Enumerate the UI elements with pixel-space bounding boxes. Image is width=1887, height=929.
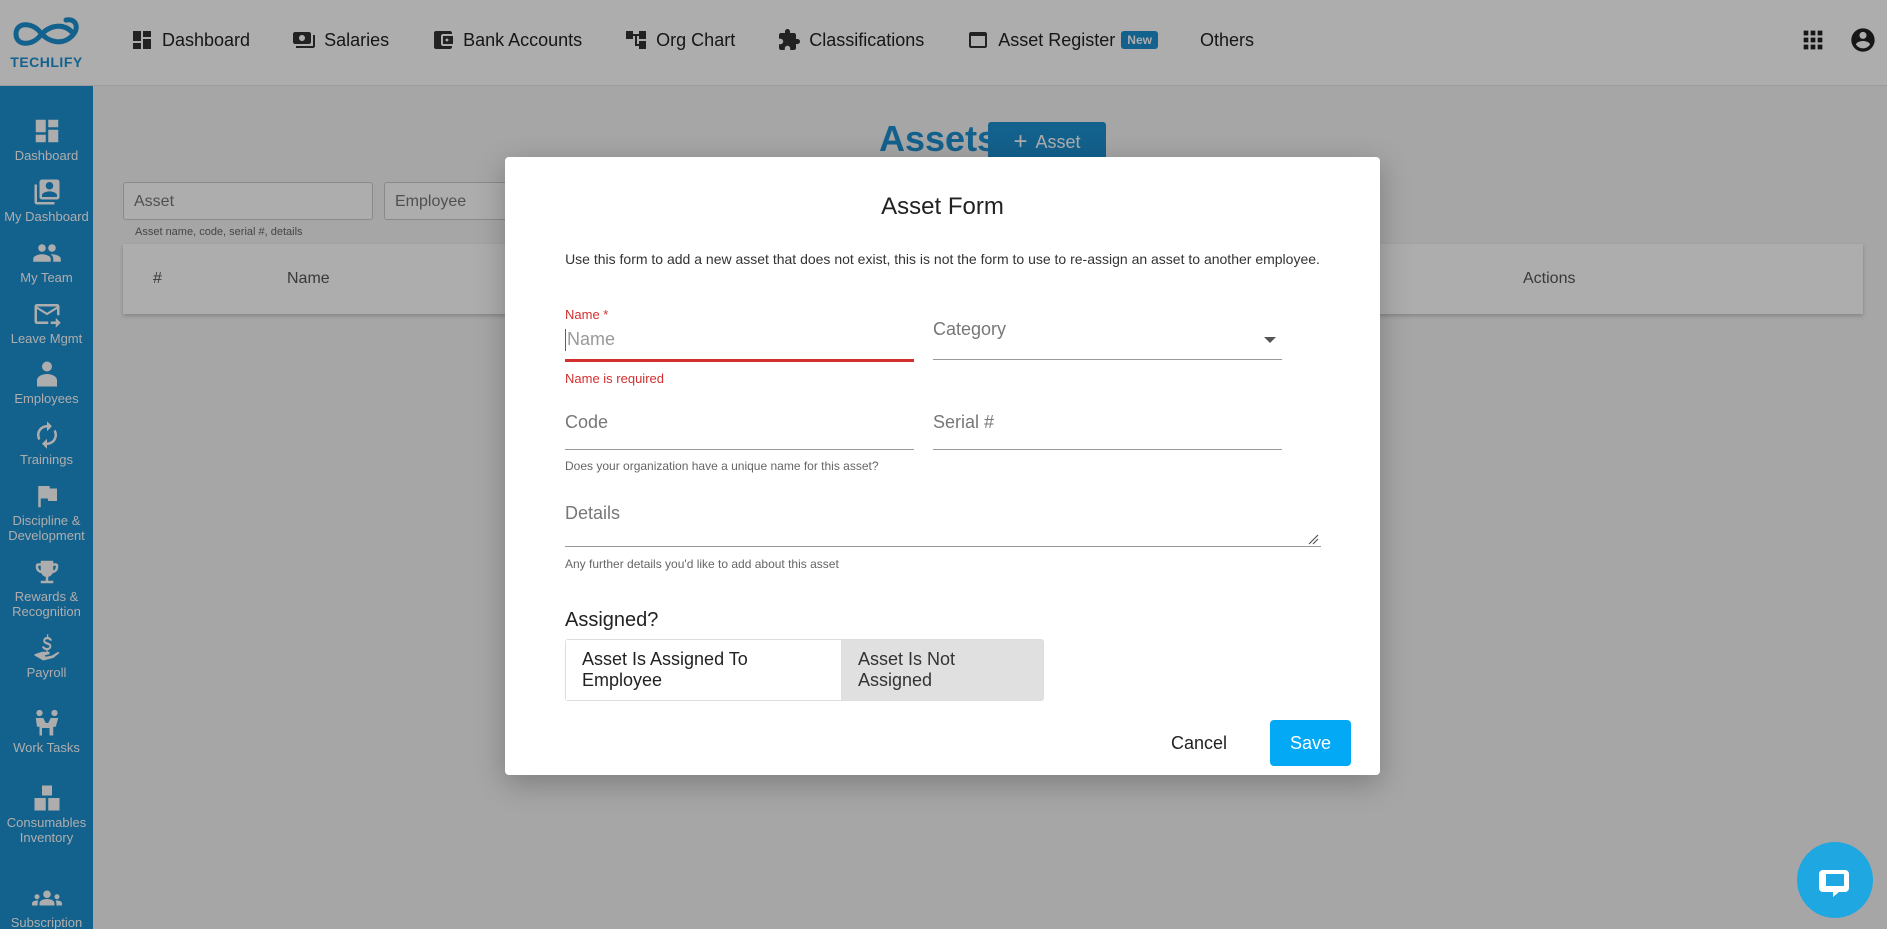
chat-bubble-icon bbox=[1819, 870, 1849, 897]
name-input-placeholder: Name bbox=[567, 329, 616, 349]
details-textarea[interactable]: Details Any further details you'd like t… bbox=[565, 503, 1321, 579]
category-underline bbox=[933, 359, 1282, 360]
details-placeholder: Details bbox=[565, 503, 621, 523]
details-underline bbox=[565, 546, 1321, 547]
resize-handle-icon[interactable] bbox=[1307, 533, 1319, 545]
category-placeholder: Category bbox=[933, 319, 1007, 339]
code-placeholder: Code bbox=[565, 412, 609, 432]
assigned-label: Assigned? bbox=[565, 609, 659, 631]
name-underline bbox=[565, 359, 914, 362]
save-button[interactable]: Save bbox=[1270, 720, 1351, 766]
code-help-text: Does your organization have a unique nam… bbox=[565, 459, 879, 473]
serial-underline bbox=[933, 449, 1282, 450]
name-field-label: Name * bbox=[565, 307, 609, 322]
dialog-title: Asset Form bbox=[881, 193, 1004, 220]
asset-form-dialog: Asset Form Use this form to add a new as… bbox=[505, 157, 1380, 775]
category-select[interactable]: Category bbox=[933, 319, 1282, 369]
dialog-description: Use this form to add a new asset that do… bbox=[565, 251, 1320, 267]
chat-launcher-button[interactable] bbox=[1797, 842, 1873, 918]
assigned-toggle-group: Asset Is Assigned To Employee Asset Is N… bbox=[565, 639, 1044, 701]
assigned-to-employee-option[interactable]: Asset Is Assigned To Employee bbox=[566, 640, 841, 700]
chevron-down-icon bbox=[1264, 337, 1276, 343]
text-caret bbox=[565, 329, 566, 351]
not-assigned-option[interactable]: Asset Is Not Assigned bbox=[841, 640, 1043, 700]
code-field[interactable]: Code Does your organization have a uniqu… bbox=[565, 412, 914, 492]
code-underline bbox=[565, 449, 914, 450]
name-field[interactable]: Name * Name Name is required bbox=[565, 307, 914, 386]
serial-placeholder: Serial # bbox=[933, 412, 995, 432]
details-help-text: Any further details you'd like to add ab… bbox=[565, 557, 839, 571]
name-error-text: Name is required bbox=[565, 371, 664, 386]
serial-field[interactable]: Serial # bbox=[933, 412, 1282, 452]
cancel-button[interactable]: Cancel bbox=[1159, 720, 1239, 766]
